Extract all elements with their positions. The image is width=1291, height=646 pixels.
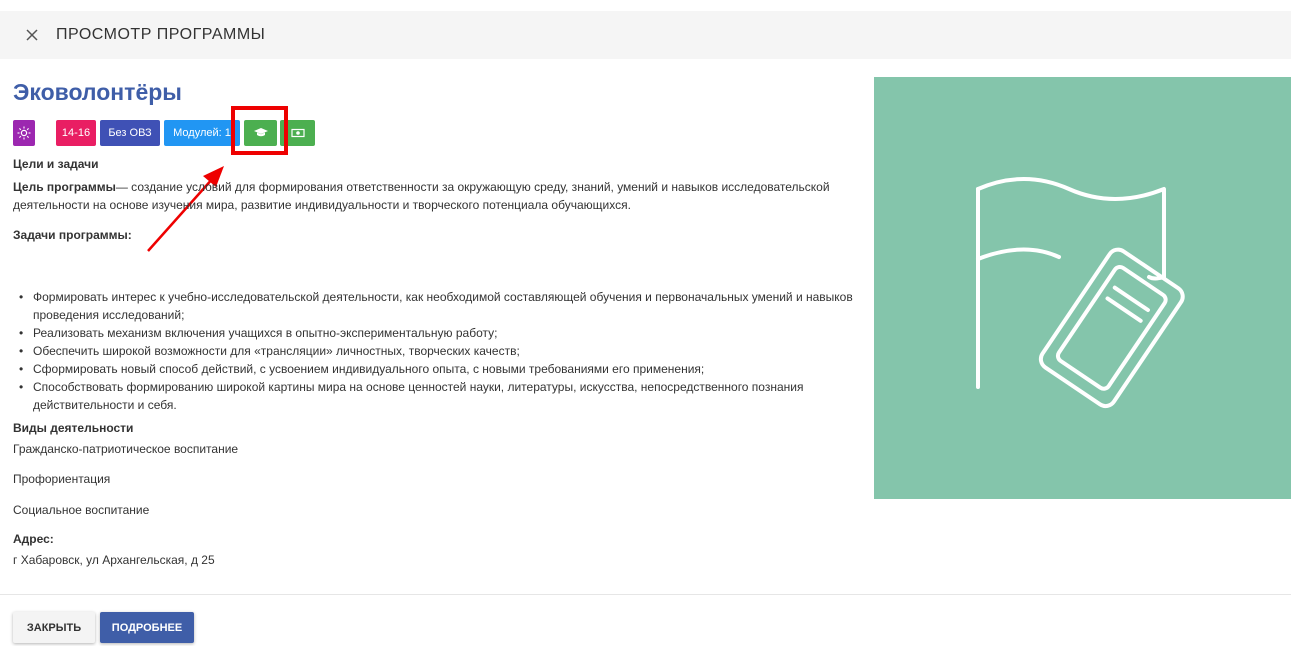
more-details-button[interactable]: ПОДРОБНЕЕ [100,612,194,643]
list-item: Формировать интерес к учебно-исследовате… [13,288,863,324]
footer-divider [0,594,1291,595]
address-heading: Адрес: [13,532,54,546]
dialog-header: ПРОСМОТР ПРОГРАММЫ [0,11,1291,59]
goal-text-line2: деятельности на основе изучения мира, ра… [13,198,631,212]
activities-heading: Виды деятельности [13,421,134,435]
activity-item: Профориентация [13,472,111,486]
goal-label: Цель программы [13,180,116,194]
list-item: Обеспечить широкой возможности для «тран… [13,342,863,360]
ovz-chip: Без ОВЗ [100,120,160,146]
age-chip: 14-16 [56,120,96,146]
program-title: Эковолонтёры [13,79,182,105]
list-item: Сформировать новый способ действий, с ус… [13,360,863,378]
sun-icon [17,126,31,140]
goal-text-line1: — создание условий для формирования отве… [115,180,830,194]
dialog-title: ПРОСМОТР ПРОГРАММЫ [56,26,266,43]
goals-heading: Цели и задачи [13,157,99,171]
direction-icon-chip [13,120,35,146]
close-icon[interactable] [22,25,42,45]
list-item: Способствовать формированию широкой карт… [13,378,863,414]
close-button[interactable]: ЗАКРЫТЬ [13,612,95,643]
money-icon [290,128,305,138]
address-value: г Хабаровск, ул Архангельская, д 25 [13,553,215,567]
list-item: Реализовать механизм включения учащихся … [13,324,863,342]
goal-text: Цель программы— создание условий для фор… [13,178,830,214]
flag-book-icon [976,177,1185,409]
annotation-highlight-box [231,106,288,155]
activity-item: Гражданско-патриотическое воспитание [13,442,239,456]
modules-chip: Модулей: 1 [164,120,240,146]
program-image [874,77,1291,499]
tasks-heading: Задачи программы: [13,228,132,242]
tasks-list: Формировать интерес к учебно-исследовате… [13,288,863,414]
activity-item: Социальное воспитание [13,503,150,517]
